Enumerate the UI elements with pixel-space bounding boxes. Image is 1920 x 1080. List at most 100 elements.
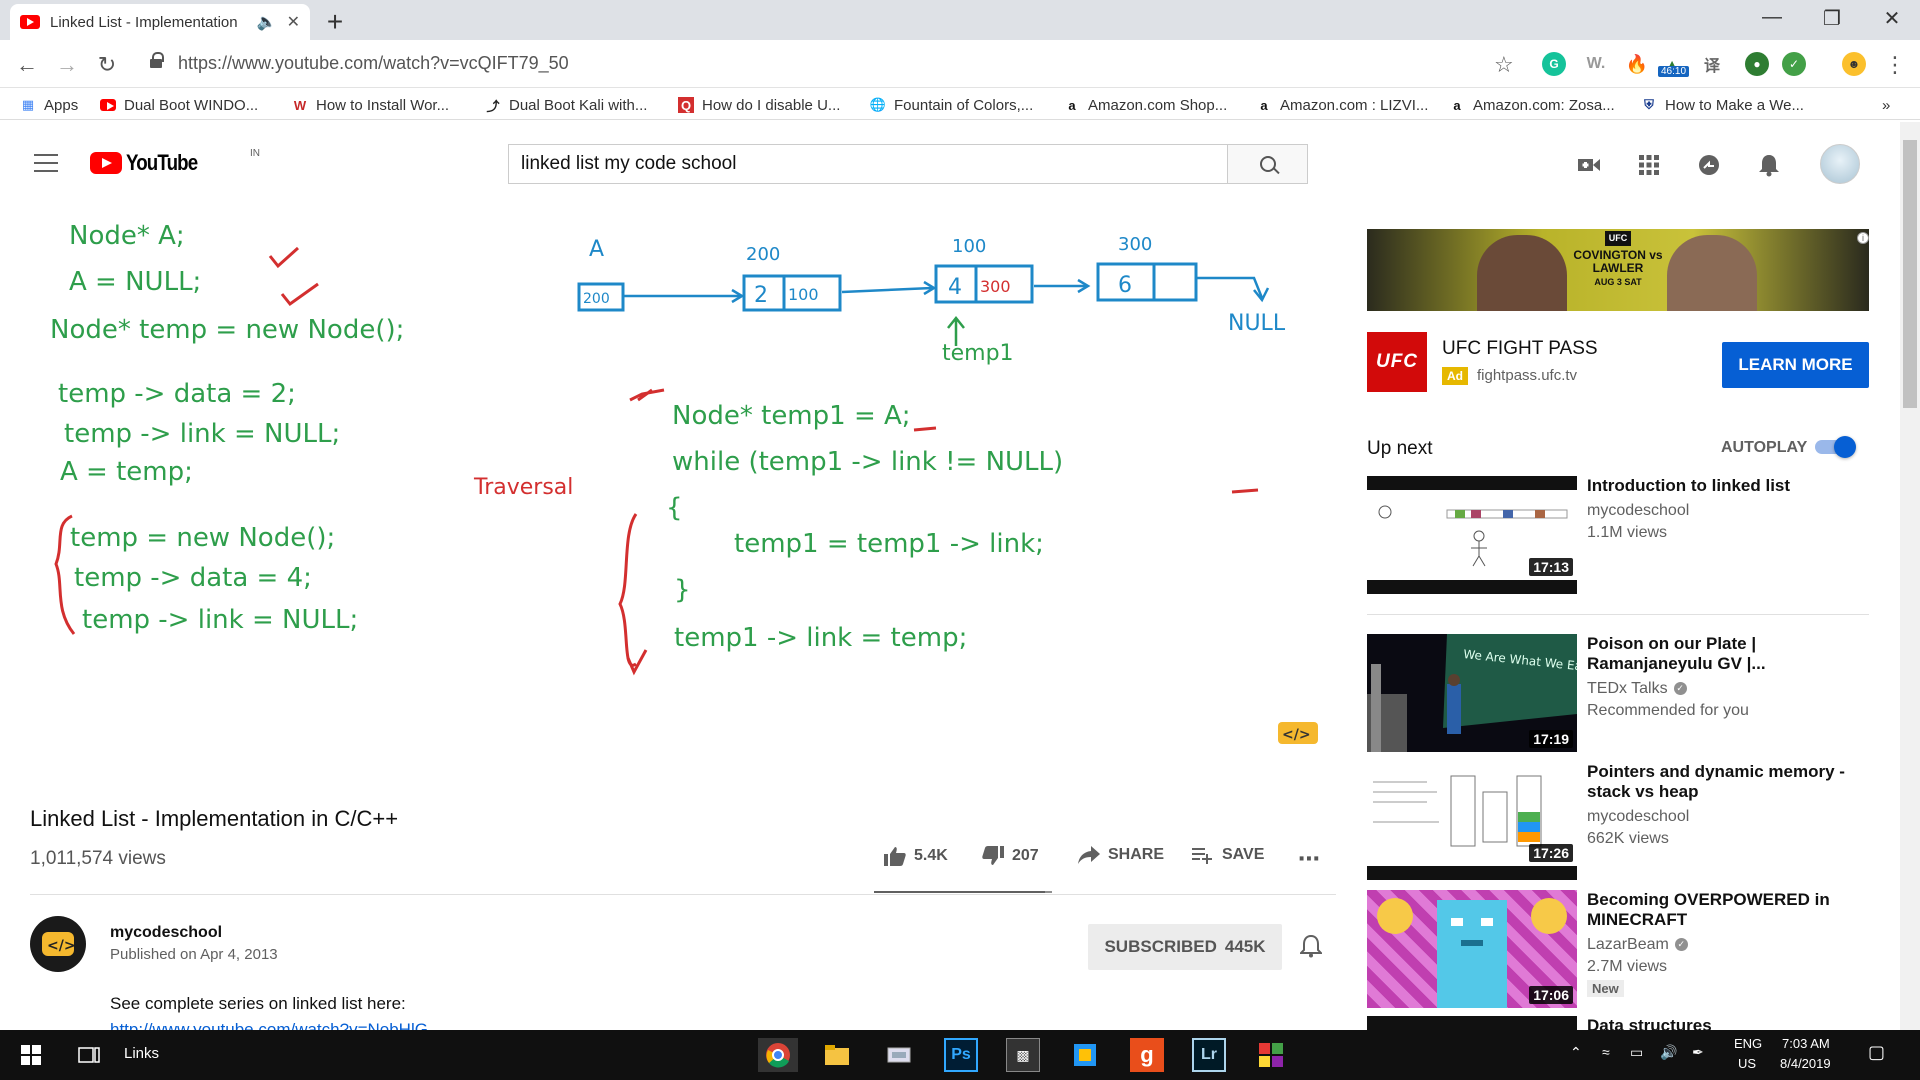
bookmark-item[interactable]: a Amazon.com : LIZVI... <box>1256 94 1428 116</box>
video-thumbnail[interactable]: 17:06 <box>1367 890 1577 1008</box>
bookmark-item[interactable]: ⤴ Dual Boot Kali with... <box>485 94 647 116</box>
pen-icon[interactable]: ✒ <box>1692 1044 1704 1061</box>
app-taskbar-icon[interactable] <box>1068 1038 1102 1072</box>
video-thumbnail[interactable] <box>1367 1016 1577 1030</box>
shield-extension-icon[interactable]: ✓ <box>1782 52 1806 76</box>
hamburger-menu-icon[interactable] <box>34 154 58 172</box>
recommended-video[interactable]: 17:13 Introduction to linked list mycode… <box>1367 476 1869 596</box>
ad-title[interactable]: UFC FIGHT PASS <box>1442 338 1598 360</box>
translate-extension-icon[interactable]: 译 <box>1700 52 1724 76</box>
messages-icon[interactable] <box>1696 152 1722 178</box>
channel-name[interactable]: mycodeschool <box>1587 502 1689 520</box>
bookmark-star-icon[interactable]: ☆ <box>1494 52 1514 78</box>
chrome-taskbar-icon[interactable] <box>758 1038 798 1072</box>
video-title[interactable]: Introduction to linked list <box>1587 476 1857 496</box>
bookmark-item[interactable]: a Amazon.com: Zosa... <box>1449 94 1614 116</box>
subscribe-button[interactable]: SUBSCRIBED 445K <box>1088 924 1282 970</box>
video-player[interactable]: Node* A; A = NULL; Node* temp = new Node… <box>24 204 1336 764</box>
clock-time[interactable]: 7:03 AM <box>1782 1036 1830 1051</box>
task-view-icon[interactable] <box>72 1038 106 1072</box>
speaker-icon[interactable]: 🔈 <box>257 12 277 32</box>
recommended-video[interactable]: 17:26 Pointers and dynamic memory - stac… <box>1367 762 1869 882</box>
more-actions-icon[interactable]: ⋯ <box>1298 846 1320 872</box>
tray-chevron-icon[interactable]: ⌃ <box>1570 1044 1582 1061</box>
browser-tab[interactable]: Linked List - Implementation 🔈 ✕ <box>10 4 310 40</box>
learn-more-button[interactable]: LEARN MORE <box>1722 342 1869 388</box>
forward-arrow-icon[interactable]: → <box>52 50 82 80</box>
youtube-logo[interactable]: YouTube IN <box>90 148 260 176</box>
create-video-icon[interactable] <box>1576 152 1602 178</box>
bookmark-item[interactable]: Dual Boot WINDO... <box>100 94 258 116</box>
volume-icon[interactable]: 🔊 <box>1660 1044 1677 1061</box>
like-button[interactable]: 5.4K <box>884 846 948 866</box>
autoplay-toggle[interactable] <box>1815 436 1856 458</box>
reload-icon[interactable]: ↻ <box>92 50 122 80</box>
maximize-icon[interactable]: ❐ <box>1812 6 1852 31</box>
grammarly-extension-icon[interactable]: G <box>1542 52 1566 76</box>
w-extension-icon[interactable]: W. <box>1584 52 1608 76</box>
fire-extension-icon[interactable]: 🔥 <box>1625 52 1649 76</box>
ad-logo[interactable]: UFC <box>1367 332 1427 392</box>
bookmark-item[interactable]: 🌐 Fountain of Colors,... <box>870 94 1033 116</box>
video-title[interactable]: Pointers and dynamic memory - stack vs h… <box>1587 762 1857 802</box>
search-input[interactable] <box>509 145 1227 183</box>
taskbar-search-label[interactable]: Links <box>124 1045 159 1062</box>
bookmark-apps[interactable]: ▦ Apps <box>20 94 78 116</box>
recommended-video[interactable]: We Are What We Eat 17:19 Poison on our P… <box>1367 634 1869 754</box>
notifications-bell-icon[interactable] <box>1756 152 1782 178</box>
save-button[interactable]: SAVE <box>1192 846 1264 864</box>
new-tab-button[interactable]: + <box>318 5 352 39</box>
lightroom-icon[interactable]: Lr <box>1192 1038 1226 1072</box>
url-text[interactable]: https://www.youtube.com/watch?v=vcQIFT79… <box>178 53 569 74</box>
video-title[interactable]: Data structures <box>1587 1016 1857 1030</box>
notification-center-icon[interactable]: ▢ <box>1868 1042 1885 1063</box>
battery-icon[interactable]: ▭ <box>1630 1044 1643 1061</box>
keyboard-language[interactable]: ENG <box>1734 1036 1762 1051</box>
channel-avatar[interactable]: </> <box>30 916 86 972</box>
bookmark-item[interactable]: Q How do I disable U... <box>678 94 840 116</box>
video-thumbnail[interactable]: 17:13 <box>1367 476 1577 594</box>
notification-bell-icon[interactable] <box>1298 934 1324 960</box>
wifi-icon[interactable]: ≈ <box>1602 1044 1610 1060</box>
keyboard-region[interactable]: US <box>1738 1056 1756 1071</box>
bookmark-item[interactable]: ⛨ How to Make a We... <box>1641 94 1804 116</box>
channel-name[interactable]: mycodeschool <box>1587 808 1689 826</box>
page-scrollbar[interactable] <box>1900 122 1920 1030</box>
app-taskbar-icon[interactable]: g <box>1130 1038 1164 1072</box>
apps-grid-icon[interactable] <box>1636 152 1662 178</box>
recommended-video[interactable]: Data structures <box>1367 1016 1869 1030</box>
scrollbar-thumb[interactable] <box>1903 140 1917 408</box>
dislike-button[interactable]: 207 <box>982 846 1039 866</box>
recommended-video[interactable]: 17:06 Becoming OVERPOWERED in MINECRAFT … <box>1367 890 1869 1010</box>
clock-date[interactable]: 8/4/2019 <box>1780 1056 1831 1071</box>
globe-extension-icon[interactable]: ● <box>1745 52 1769 76</box>
bookmarks-overflow-button[interactable]: » <box>1882 94 1890 116</box>
channel-name[interactable]: TEDx Talks ✓ <box>1587 680 1687 698</box>
back-arrow-icon[interactable]: ← <box>12 50 42 80</box>
video-title[interactable]: Becoming OVERPOWERED in MINECRAFT <box>1587 890 1857 930</box>
channel-name[interactable]: LazarBeam ✓ <box>1587 936 1688 954</box>
file-explorer-icon[interactable] <box>820 1038 854 1072</box>
ad-info-icon[interactable]: i <box>1857 232 1869 244</box>
bookmark-item[interactable]: a Amazon.com Shop... <box>1064 94 1227 116</box>
window-close-icon[interactable]: ✕ <box>1872 6 1912 31</box>
app-taskbar-icon[interactable]: ▩ <box>1006 1038 1040 1072</box>
emoji-extension-icon[interactable]: ☻ <box>1842 52 1866 76</box>
app-taskbar-icon[interactable] <box>882 1038 916 1072</box>
channel-name[interactable]: mycodeschool <box>110 924 222 942</box>
menu-dots-icon[interactable]: ⋮ <box>1880 50 1910 80</box>
video-thumbnail[interactable]: 17:26 <box>1367 762 1577 880</box>
tab-close-icon[interactable]: ✕ <box>287 12 300 32</box>
description-link[interactable]: http://www.youtube.com/watch?v=NobHlG <box>110 1020 428 1030</box>
windows-start-icon[interactable] <box>14 1038 48 1072</box>
video-thumbnail[interactable]: We Are What We Eat 17:19 <box>1367 634 1577 752</box>
photoshop-icon[interactable]: Ps <box>944 1038 978 1072</box>
avatar[interactable] <box>1820 144 1860 184</box>
minimize-icon[interactable]: — <box>1752 6 1792 29</box>
app-taskbar-icon[interactable] <box>1254 1038 1288 1072</box>
address-bar[interactable]: https://www.youtube.com/watch?v=vcQIFT79… <box>140 48 1510 80</box>
share-button[interactable]: SHARE <box>1078 846 1164 864</box>
bookmark-item[interactable]: W How to Install Wor... <box>292 94 449 116</box>
ad-banner[interactable]: UFC COVINGTON vs LAWLER AUG 3 SAT <box>1367 229 1869 311</box>
search-button[interactable] <box>1227 145 1307 183</box>
